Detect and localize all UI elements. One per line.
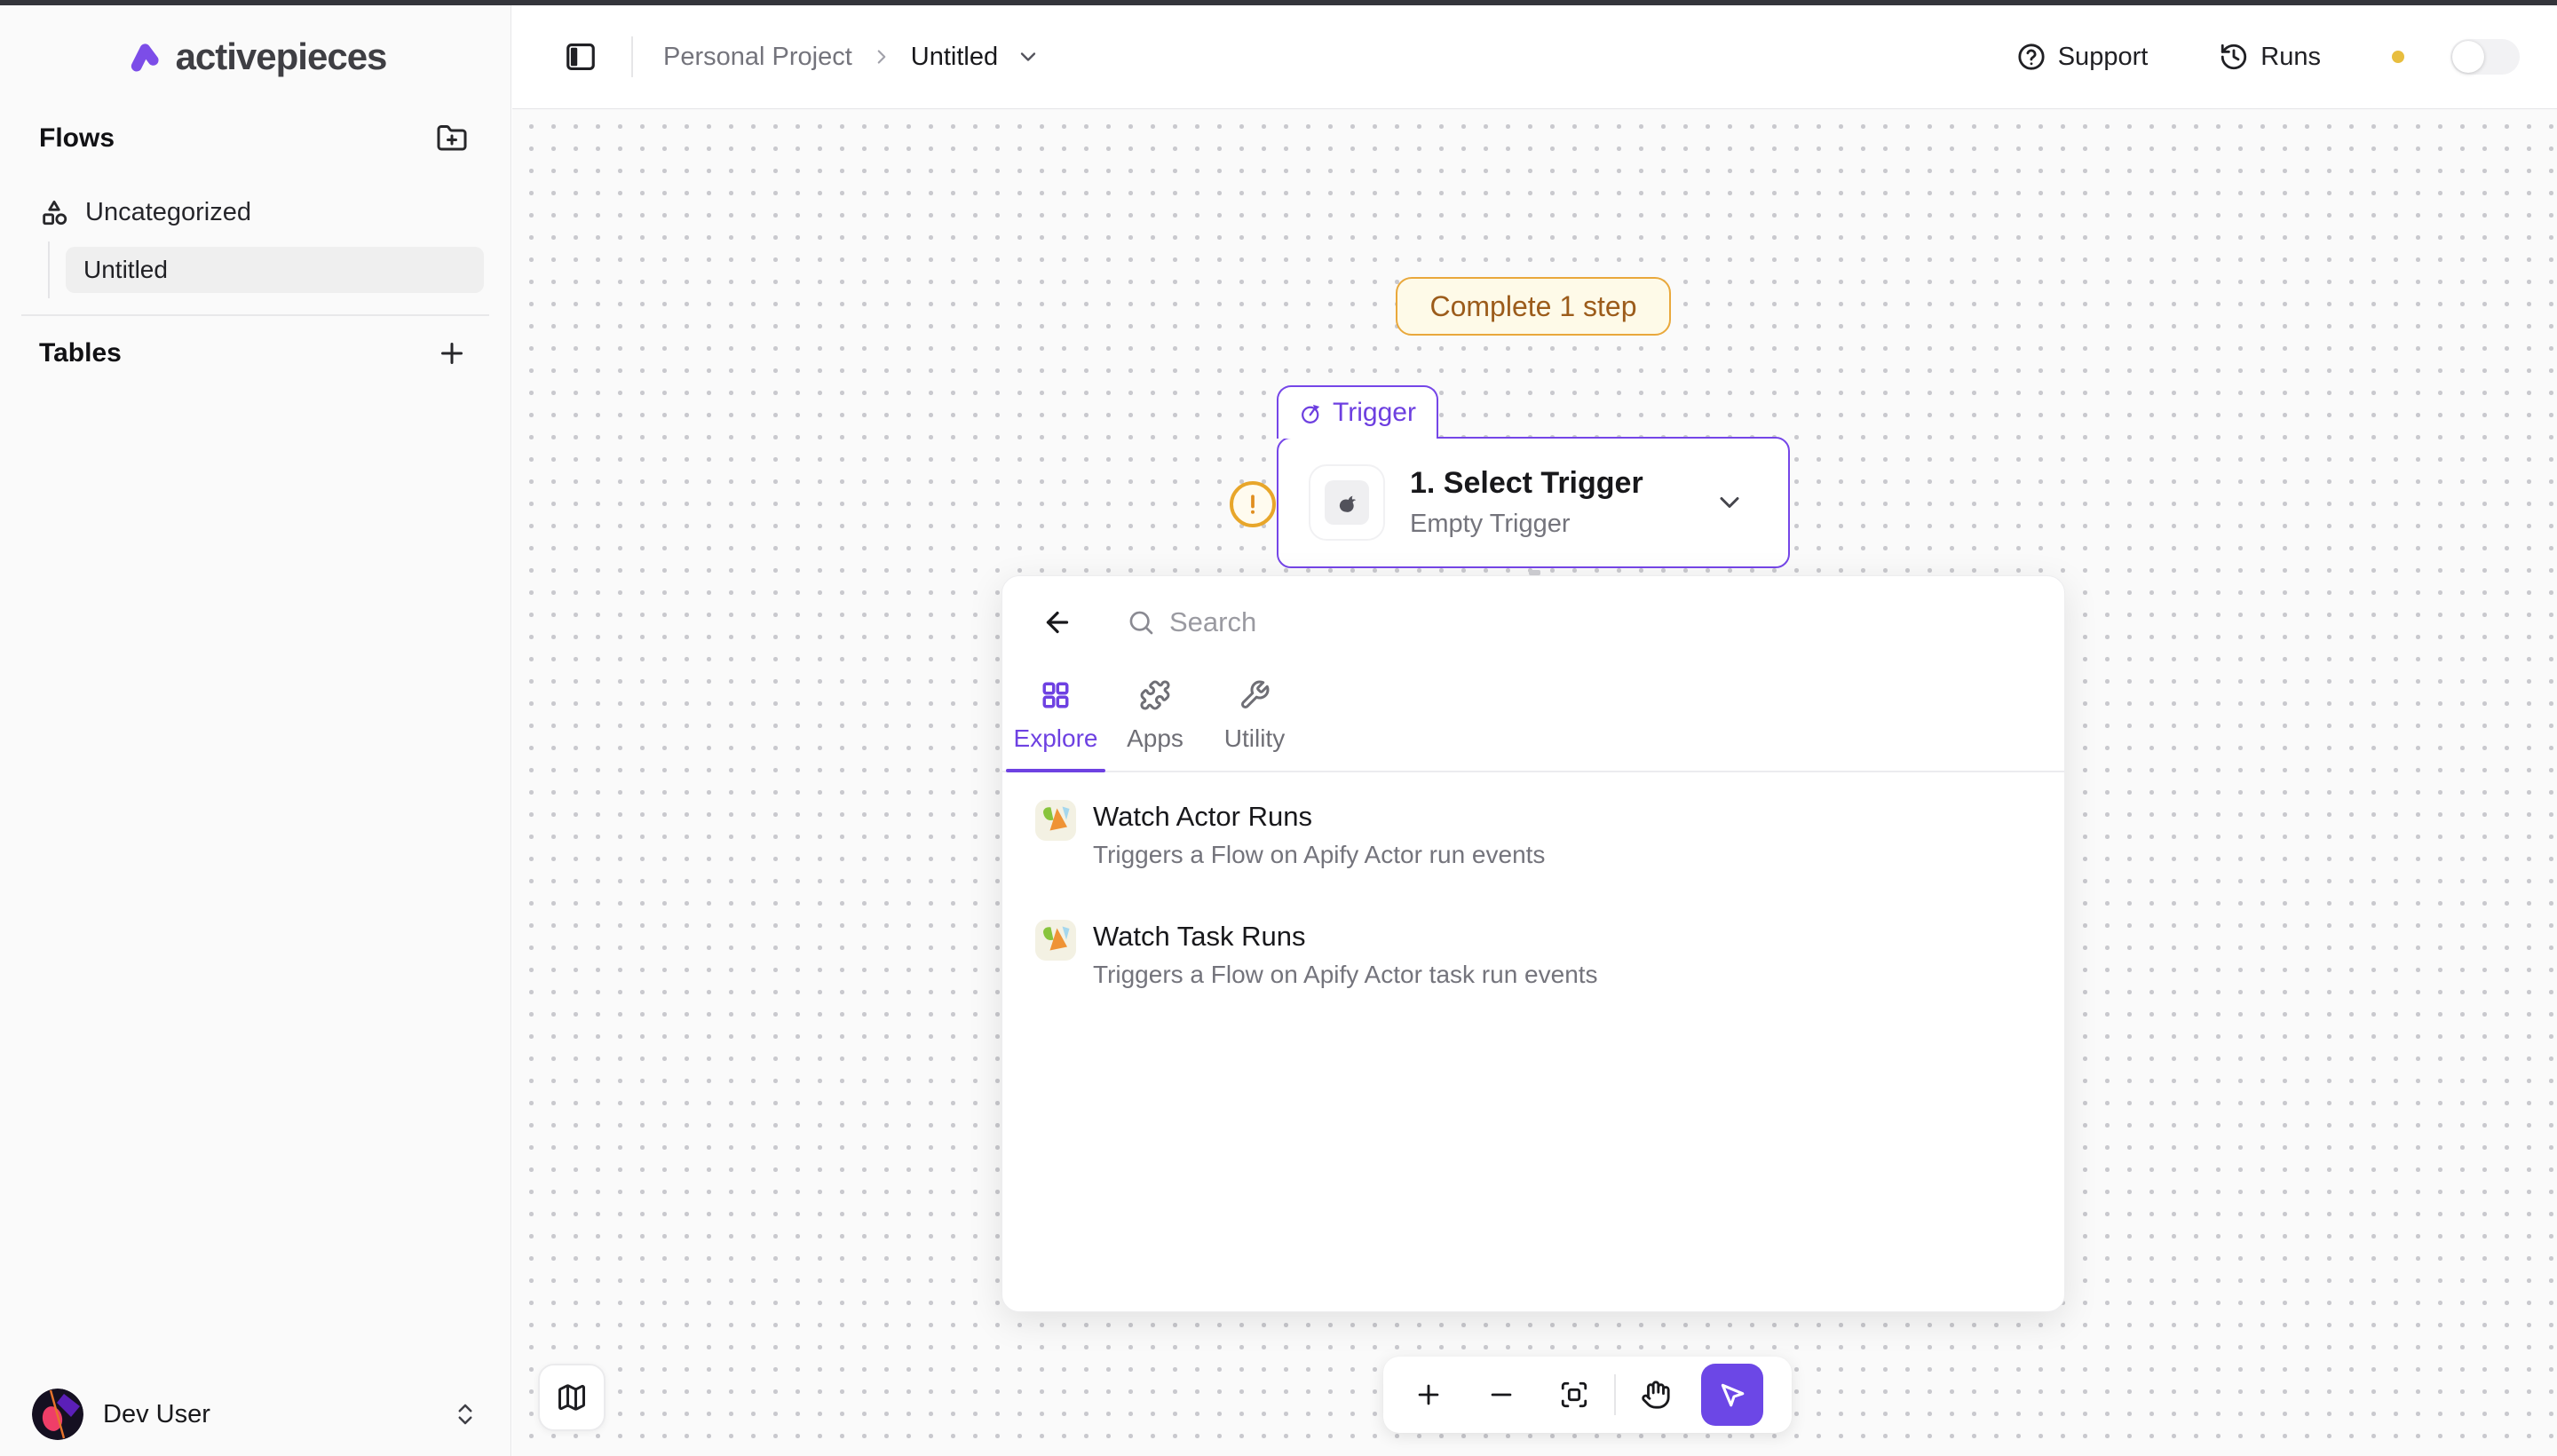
breadcrumb-flow-name[interactable]: Untitled bbox=[911, 43, 998, 72]
puzzle-icon bbox=[1139, 679, 1171, 711]
list-item-watch-task-runs[interactable]: Watch Task Runs Triggers a Flow on Apify… bbox=[1022, 905, 2045, 1003]
piece-selector-popup: Explore Apps Utility Watch Actor bbox=[1001, 575, 2065, 1312]
pan-tool-button[interactable] bbox=[1619, 1364, 1692, 1426]
flow-canvas[interactable]: Complete 1 step Trigger 1. Select Trigge… bbox=[512, 109, 2557, 1456]
grid-icon bbox=[1040, 679, 1072, 711]
status-dot bbox=[2392, 51, 2404, 63]
minimap-button[interactable] bbox=[538, 1364, 606, 1431]
flow-menu-chevron-down-icon[interactable] bbox=[1016, 44, 1041, 69]
complete-step-banner[interactable]: Complete 1 step bbox=[1396, 277, 1671, 336]
plus-icon bbox=[436, 337, 468, 369]
toggle-sidebar-button[interactable] bbox=[560, 36, 601, 77]
apify-icon bbox=[1034, 919, 1077, 961]
search-input[interactable] bbox=[1169, 606, 2029, 638]
search-icon bbox=[1127, 608, 1155, 637]
topbar: Personal Project Untitled Support Runs bbox=[512, 5, 2557, 109]
zoom-in-button[interactable] bbox=[1392, 1364, 1465, 1426]
sidebar: activepieces Flows Uncategorized Untitle… bbox=[0, 5, 511, 1456]
activepieces-logomark-icon bbox=[124, 36, 165, 77]
tree-indent-line bbox=[48, 241, 50, 298]
mouse-pointer-icon bbox=[1717, 1380, 1747, 1410]
tab-explore[interactable]: Explore bbox=[1006, 669, 1105, 771]
tab-utility-label: Utility bbox=[1224, 724, 1285, 753]
node-title: 1. Select Trigger bbox=[1410, 466, 1643, 501]
apify-icon bbox=[1034, 799, 1077, 842]
new-folder-button[interactable] bbox=[432, 119, 471, 158]
plus-icon bbox=[1413, 1380, 1444, 1410]
minus-icon bbox=[1486, 1380, 1516, 1410]
trigger-tab-label: Trigger bbox=[1333, 398, 1416, 428]
item-description: Triggers a Flow on Apify Actor run event… bbox=[1093, 841, 1545, 869]
user-name: Dev User bbox=[103, 1400, 210, 1429]
map-icon bbox=[556, 1381, 588, 1413]
popup-tabs: Explore Apps Utility bbox=[1002, 669, 2064, 772]
node-chevron-down-icon[interactable] bbox=[1714, 487, 1746, 518]
trigger-tab: Trigger bbox=[1277, 385, 1438, 439]
select-tool-button[interactable] bbox=[1701, 1364, 1763, 1426]
toolbar-divider bbox=[1614, 1374, 1616, 1415]
wrench-icon bbox=[1239, 679, 1271, 711]
window-top-strip bbox=[0, 0, 2557, 5]
flow-item-label: Untitled bbox=[83, 256, 168, 284]
help-circle-icon bbox=[2016, 42, 2046, 72]
tables-heading: Tables bbox=[39, 338, 122, 368]
avatar bbox=[32, 1389, 83, 1440]
support-label: Support bbox=[2058, 43, 2149, 72]
runs-button[interactable]: Runs bbox=[2219, 42, 2321, 72]
arrow-left-icon bbox=[1041, 606, 1073, 638]
chevron-right-icon bbox=[870, 45, 893, 68]
panel-left-icon bbox=[564, 40, 598, 74]
tab-explore-label: Explore bbox=[1014, 724, 1098, 753]
flows-section-header: Flows bbox=[39, 119, 471, 158]
sidebar-flow-item-untitled[interactable]: Untitled bbox=[66, 247, 484, 293]
toggle-knob bbox=[2452, 41, 2484, 73]
app-logo: activepieces bbox=[0, 36, 511, 78]
tables-section-header: Tables bbox=[39, 334, 471, 373]
sidebar-divider bbox=[21, 314, 489, 316]
folder-plus-icon bbox=[436, 123, 468, 154]
history-icon bbox=[2219, 42, 2249, 72]
tab-apps-label: Apps bbox=[1127, 724, 1184, 753]
trigger-node[interactable]: 1. Select Trigger Empty Trigger bbox=[1277, 437, 1790, 568]
zoom-out-button[interactable] bbox=[1465, 1364, 1538, 1426]
item-title: Watch Task Runs bbox=[1093, 921, 1598, 953]
tab-apps[interactable]: Apps bbox=[1105, 669, 1205, 771]
back-button[interactable] bbox=[1038, 603, 1077, 642]
topbar-divider bbox=[631, 36, 633, 77]
sidebar-folder-uncategorized[interactable]: Uncategorized bbox=[39, 197, 511, 227]
folder-label: Uncategorized bbox=[85, 198, 251, 227]
shapes-icon bbox=[39, 197, 69, 227]
user-menu[interactable]: Dev User bbox=[32, 1389, 479, 1440]
empty-trigger-bolt-icon bbox=[1335, 491, 1359, 515]
fit-view-button[interactable] bbox=[1538, 1364, 1611, 1426]
trigger-icon bbox=[1299, 401, 1323, 425]
node-subtitle: Empty Trigger bbox=[1410, 510, 1643, 539]
flow-enabled-toggle[interactable] bbox=[2450, 39, 2520, 75]
trigger-list: Watch Actor Runs Triggers a Flow on Apif… bbox=[1002, 772, 2064, 1016]
hand-icon bbox=[1641, 1380, 1671, 1410]
breadcrumb: Personal Project Untitled bbox=[663, 43, 1041, 72]
node-icon-box bbox=[1309, 464, 1385, 541]
invalid-step-warning-icon bbox=[1230, 481, 1276, 527]
list-item-watch-actor-runs[interactable]: Watch Actor Runs Triggers a Flow on Apif… bbox=[1022, 785, 2045, 883]
tab-utility[interactable]: Utility bbox=[1205, 669, 1304, 771]
item-description: Triggers a Flow on Apify Actor task run … bbox=[1093, 961, 1598, 989]
add-table-button[interactable] bbox=[432, 334, 471, 373]
fit-view-icon bbox=[1559, 1380, 1589, 1410]
item-title: Watch Actor Runs bbox=[1093, 801, 1545, 833]
breadcrumb-project[interactable]: Personal Project bbox=[663, 43, 852, 72]
chevrons-up-down-icon bbox=[452, 1401, 479, 1428]
canvas-toolbar bbox=[1383, 1357, 1792, 1433]
runs-label: Runs bbox=[2260, 43, 2321, 72]
app-logo-text: activepieces bbox=[176, 36, 387, 78]
flows-heading: Flows bbox=[39, 123, 115, 154]
support-button[interactable]: Support bbox=[2016, 42, 2149, 72]
